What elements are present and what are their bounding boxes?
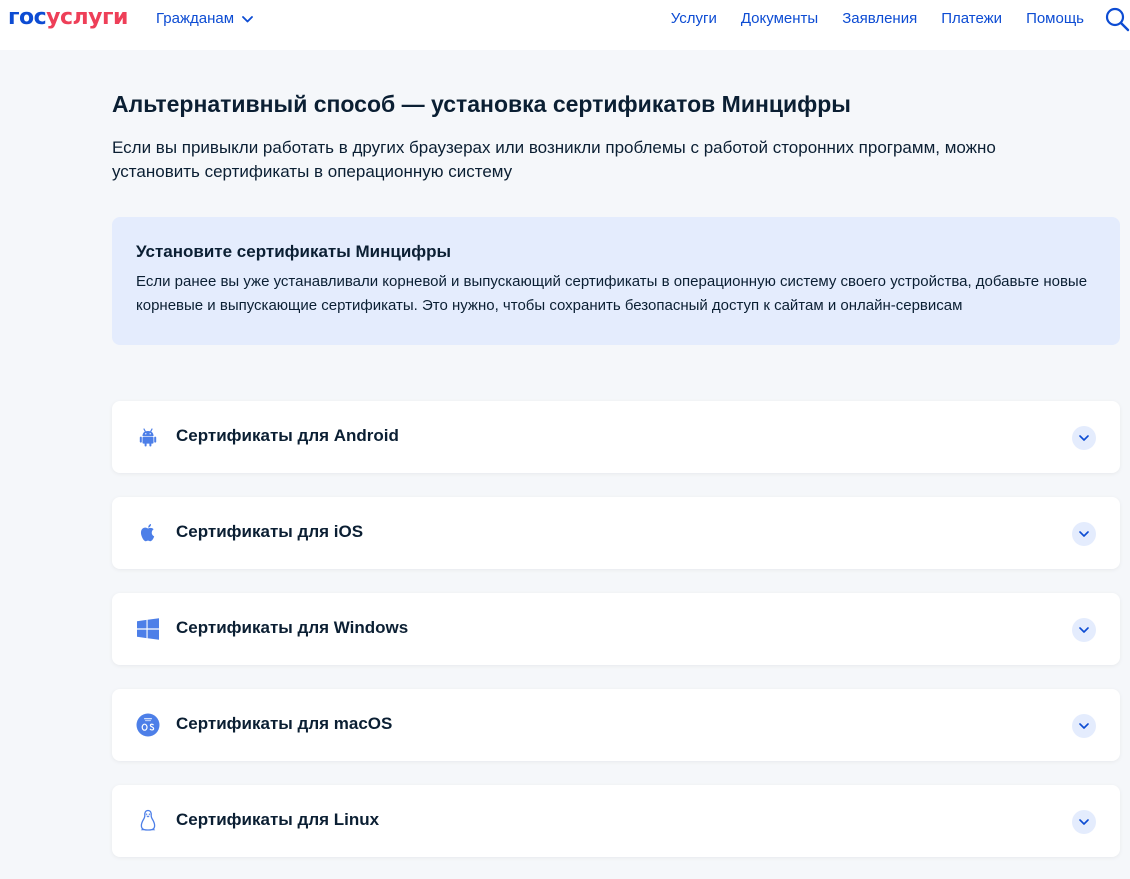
accordion-label: Сертификаты для Android: [176, 426, 399, 445]
info-title: Установите сертификаты Минцифры: [136, 242, 452, 261]
apple-icon: [140, 524, 155, 542]
windows-icon: [137, 618, 159, 640]
citizens-menu[interactable]: Гражданам: [156, 8, 253, 30]
accordion-linux[interactable]: Сертификаты для Linux: [112, 785, 1120, 857]
search-button[interactable]: [1104, 6, 1130, 32]
nav-payments[interactable]: Платежи: [941, 8, 1002, 30]
chevron-down-icon: [1072, 522, 1096, 546]
logo-part-uslugi: услуги: [46, 5, 128, 30]
accordion-label: Сертификаты для Linux: [176, 810, 380, 829]
search-icon: [1105, 7, 1130, 32]
macos-icon: [136, 713, 160, 737]
gosuslugi-logo[interactable]: госуслуги: [8, 3, 128, 33]
nav-documents[interactable]: Документы: [741, 8, 818, 30]
chevron-down-icon: [1072, 426, 1096, 450]
accordion-windows[interactable]: Сертификаты для Windows: [112, 593, 1120, 665]
accordion-ios[interactable]: Сертификаты для iOS: [112, 497, 1120, 569]
chevron-down-icon: [1072, 618, 1096, 642]
header: госуслуги Гражданам Услуги Документы Зая…: [0, 0, 1130, 50]
chevron-down-icon: [1072, 714, 1096, 738]
info-text: Если ранее вы уже устанавливали корневой…: [136, 273, 1088, 314]
logo-part-gos: гос: [8, 5, 47, 30]
accordion-label: Сертификаты для Windows: [176, 618, 409, 637]
page-title: Альтернативный способ — установка сертиф…: [112, 91, 851, 117]
citizens-label: Гражданам: [156, 10, 235, 27]
nav-applications[interactable]: Заявления: [842, 8, 917, 30]
page-subtitle: Если вы привыкли работать в других брауз…: [112, 138, 996, 181]
nav-help[interactable]: Помощь: [1026, 8, 1084, 30]
accordion-macos[interactable]: Сертификаты для macOS: [112, 689, 1120, 761]
accordion-label: Сертификаты для macOS: [176, 714, 393, 733]
chevron-down-icon: [242, 8, 253, 30]
main-nav: Услуги Документы Заявления Платежи Помощ…: [671, 8, 1084, 30]
accordion-android[interactable]: Сертификаты для Android: [112, 401, 1120, 473]
info-callout: Установите сертификаты Минцифры Если ран…: [112, 217, 1120, 345]
android-icon: [139, 428, 157, 447]
linux-icon: [140, 809, 156, 831]
chevron-down-icon: [1072, 810, 1096, 834]
accordion-label: Сертификаты для iOS: [176, 522, 364, 541]
nav-services[interactable]: Услуги: [671, 8, 717, 30]
